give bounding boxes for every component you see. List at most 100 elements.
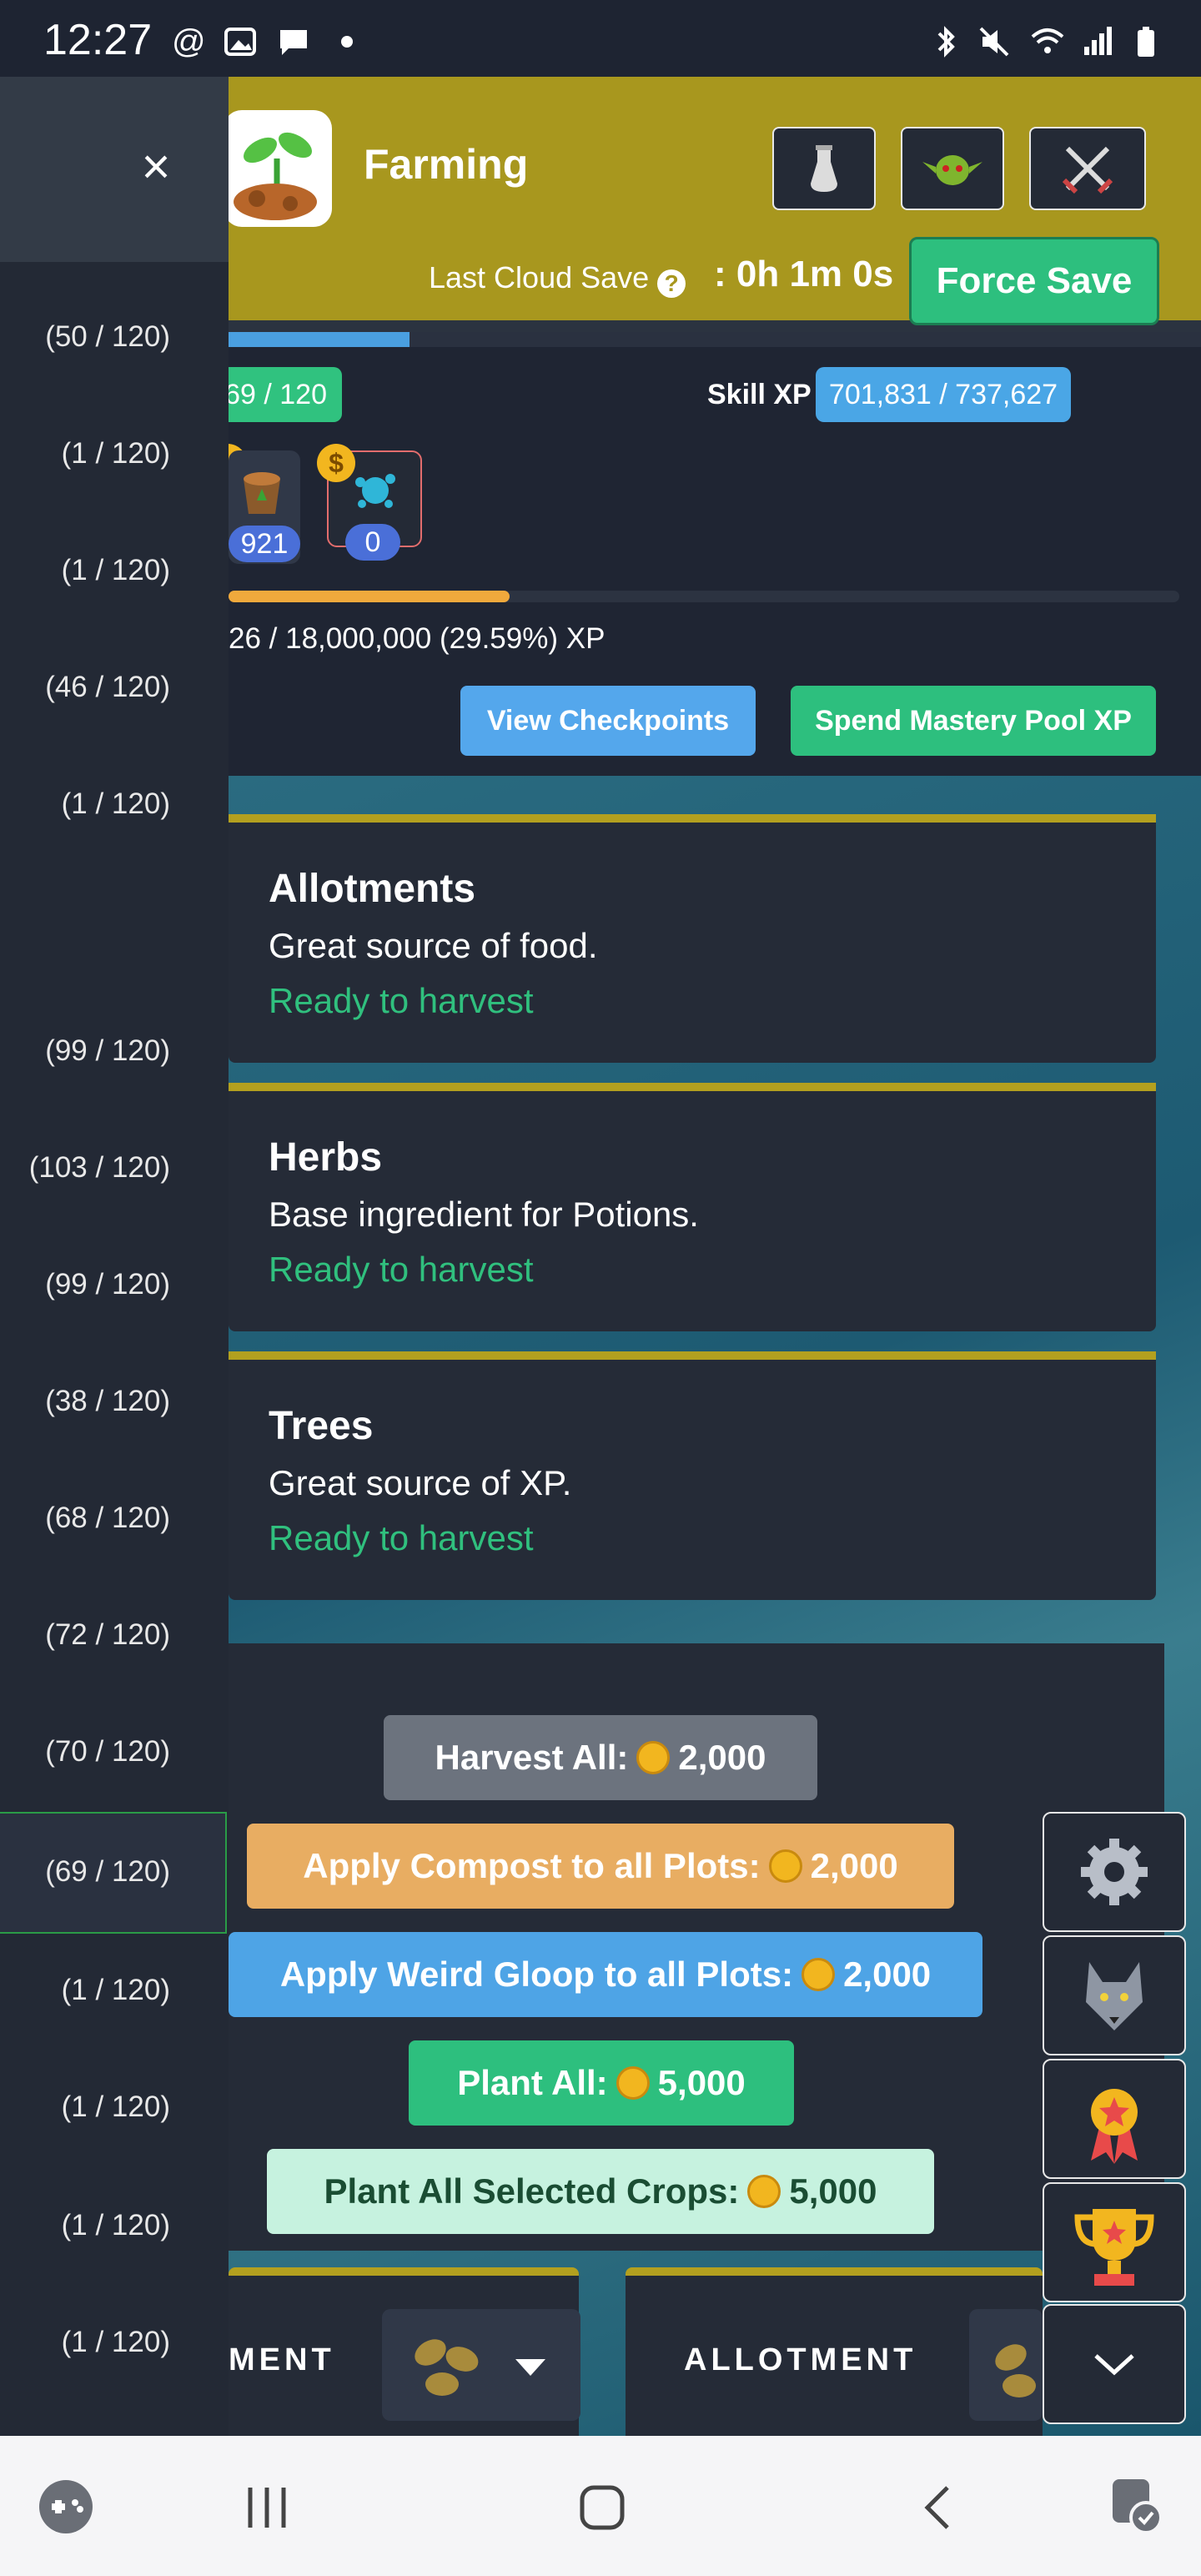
drawer-item-count[interactable]: (99 / 120) bbox=[0, 1034, 170, 1068]
achievements-button[interactable] bbox=[1043, 2059, 1186, 2179]
harvest-all-cost: 2,000 bbox=[678, 1738, 766, 1777]
pet-button[interactable] bbox=[1043, 1935, 1186, 2055]
gallery-icon bbox=[224, 25, 257, 58]
card-description: Base ingredient for Potions. bbox=[269, 1195, 699, 1234]
drawer-item-count[interactable]: (99 / 120) bbox=[0, 1268, 170, 1301]
goblin-button[interactable] bbox=[901, 127, 1004, 210]
card-description: Great source of food. bbox=[269, 926, 598, 965]
drawer-item-count[interactable]: (1 / 120) bbox=[0, 2209, 170, 2242]
drawer-item-count[interactable]: (1 / 120) bbox=[0, 787, 170, 821]
close-icon[interactable]: × bbox=[135, 142, 177, 192]
medal-icon bbox=[1091, 2089, 1138, 2164]
plant-selected-cost: 5,000 bbox=[789, 2171, 877, 2211]
drawer-item-count[interactable]: (1 / 120) bbox=[0, 437, 170, 470]
drawer-item-count[interactable]: (1 / 120) bbox=[0, 2090, 170, 2124]
battery-icon bbox=[1129, 25, 1163, 58]
harvest-all-button[interactable]: Harvest All: 2,000 bbox=[384, 1715, 817, 1800]
farming-logo-icon bbox=[224, 110, 332, 227]
apply-compost-button[interactable]: Apply Compost to all Plots: 2,000 bbox=[247, 1824, 954, 1909]
skill-xp-badge: 701,831 / 737,627 bbox=[816, 367, 1071, 422]
cloud-save-value: : 0h 1m 0s bbox=[714, 254, 894, 294]
category-card-herbs[interactable]: Herbs Base ingredient for Potions. Ready… bbox=[229, 1083, 1156, 1331]
seed-icon bbox=[995, 2344, 1036, 2397]
compost-count: 921 bbox=[229, 526, 300, 562]
drawer-item-count[interactable]: (50 / 120) bbox=[0, 320, 170, 354]
spend-mastery-pool-button[interactable]: Spend Mastery Pool XP bbox=[791, 686, 1156, 756]
category-card-trees[interactable]: Trees Great source of XP. Ready to harve… bbox=[229, 1351, 1156, 1600]
apply-gloop-label: Apply Weird Gloop to all Plots: bbox=[279, 1955, 794, 1994]
drawer-item-count[interactable]: (46 / 120) bbox=[0, 671, 170, 704]
signal-icon bbox=[1081, 25, 1114, 58]
card-status: Ready to harvest bbox=[269, 981, 534, 1020]
skill-xp-label: Skill XP bbox=[707, 379, 812, 410]
game-launcher-icon[interactable] bbox=[37, 2478, 95, 2536]
bluetooth-icon bbox=[929, 25, 962, 58]
plot-card[interactable]: ALLOTMENT bbox=[626, 2267, 1043, 2443]
category-card-allotments[interactable]: Allotments Great source of food. Ready t… bbox=[229, 814, 1156, 1063]
gold-coins-icon bbox=[747, 2175, 781, 2208]
card-description: Great source of XP. bbox=[269, 1463, 572, 1502]
drawer-item-count[interactable]: (1 / 120) bbox=[0, 1974, 170, 2007]
message-icon bbox=[277, 25, 310, 58]
back-icon[interactable] bbox=[914, 2481, 964, 2534]
level-badge: 69 / 120 bbox=[217, 367, 342, 422]
goblin-icon bbox=[922, 155, 982, 185]
settings-button[interactable] bbox=[1043, 1812, 1186, 1932]
view-checkpoints-button[interactable]: View Checkpoints bbox=[460, 686, 756, 756]
drawer-item-count[interactable]: (68 / 120) bbox=[0, 1502, 170, 1535]
trophy-button[interactable] bbox=[1043, 2182, 1186, 2302]
gold-coins-icon bbox=[802, 1958, 836, 1991]
gold-coins-icon bbox=[768, 1849, 802, 1883]
home-icon[interactable] bbox=[575, 2481, 629, 2534]
mastery-progress-bar bbox=[229, 591, 1179, 602]
gear-icon bbox=[1081, 1839, 1148, 1905]
drawer-item-count[interactable]: (69 / 120) bbox=[0, 1855, 170, 1889]
plant-all-cost: 5,000 bbox=[657, 2063, 746, 2102]
apply-compost-label: Apply Compost to all Plots: bbox=[303, 1846, 761, 1885]
drawer-item-count[interactable]: (103 / 120) bbox=[0, 1151, 170, 1185]
recents-icon[interactable] bbox=[242, 2483, 292, 2533]
plot-label: MENT bbox=[229, 2342, 335, 2377]
compost-bucket-icon bbox=[244, 472, 280, 514]
assistant-icon[interactable] bbox=[1106, 2474, 1169, 2538]
mute-icon bbox=[977, 25, 1011, 58]
card-status: Ready to harvest bbox=[269, 1518, 534, 1557]
card-title: Allotments bbox=[269, 867, 476, 911]
cloud-save-label: Last Cloud Save ? bbox=[429, 260, 686, 298]
skill-title: Farming bbox=[364, 141, 529, 188]
plant-selected-button[interactable]: Plant All Selected Crops: 5,000 bbox=[267, 2149, 934, 2234]
weird-gloop-count: 0 bbox=[345, 524, 400, 561]
wifi-icon bbox=[1029, 25, 1064, 58]
apply-weird-gloop-button[interactable]: Apply Weird Gloop to all Plots: 2,000 bbox=[229, 1932, 982, 2017]
drawer-item-count[interactable]: (72 / 120) bbox=[0, 1618, 170, 1652]
skill-drawer bbox=[0, 77, 229, 2436]
help-icon[interactable]: ? bbox=[657, 269, 686, 298]
trophy-icon bbox=[1074, 2209, 1154, 2286]
seed-select[interactable] bbox=[382, 2309, 580, 2421]
compost-item[interactable]: 921 bbox=[229, 450, 300, 564]
cloud-save-text: Last Cloud Save bbox=[429, 260, 650, 294]
drawer-item-count[interactable]: (1 / 120) bbox=[0, 2326, 170, 2359]
crossed-swords-icon bbox=[1062, 146, 1113, 194]
drawer-header bbox=[0, 77, 229, 262]
potion-icon bbox=[811, 145, 837, 192]
potion-button[interactable] bbox=[772, 127, 876, 210]
drawer-item-count[interactable]: (1 / 120) bbox=[0, 554, 170, 587]
drawer-item-count[interactable]: (38 / 120) bbox=[0, 1385, 170, 1418]
seed-select[interactable] bbox=[969, 2309, 1043, 2421]
apply-gloop-cost: 2,000 bbox=[843, 1955, 932, 1994]
plot-card[interactable]: MENT bbox=[229, 2267, 580, 2443]
gold-coins-icon bbox=[616, 2066, 650, 2100]
force-save-button[interactable]: Force Save bbox=[909, 237, 1159, 325]
combat-button[interactable] bbox=[1029, 127, 1146, 210]
wolf-icon bbox=[1086, 1962, 1143, 2030]
seed-icon bbox=[415, 2339, 545, 2396]
gold-coins-icon bbox=[636, 1741, 671, 1774]
mastery-progress-fill bbox=[229, 591, 510, 602]
mastery-xp-text: 26 / 18,000,000 (29.59%) XP bbox=[229, 622, 606, 655]
card-status: Ready to harvest bbox=[269, 1250, 534, 1289]
plant-all-button[interactable]: Plant All: 5,000 bbox=[409, 2040, 794, 2126]
plant-all-label: Plant All: bbox=[457, 2063, 608, 2102]
collapse-menu-button[interactable] bbox=[1043, 2304, 1186, 2424]
drawer-item-count[interactable]: (70 / 120) bbox=[0, 1735, 170, 1768]
